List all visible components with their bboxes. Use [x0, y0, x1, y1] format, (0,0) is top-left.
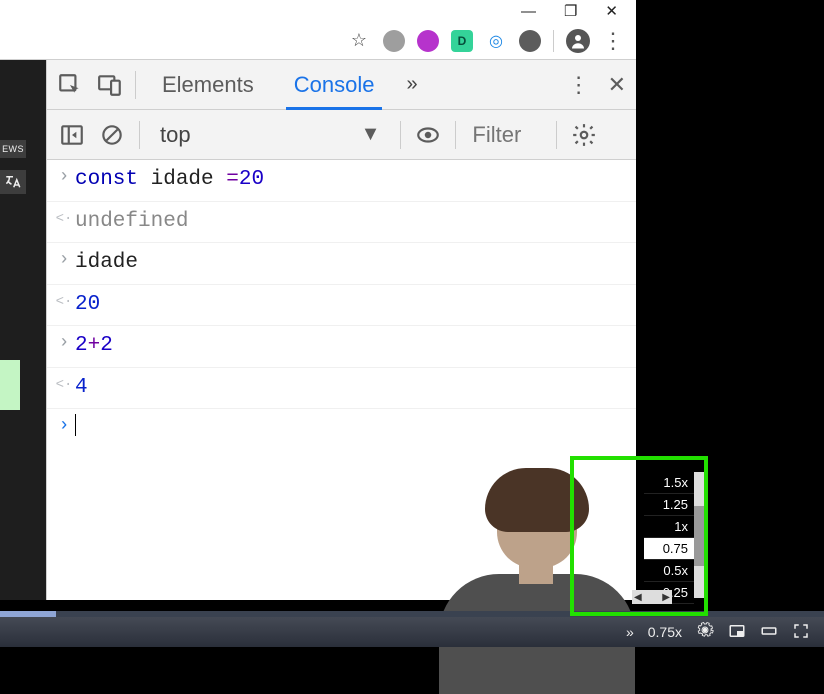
speed-label[interactable]: 0.75x — [648, 624, 682, 640]
context-label: top — [160, 122, 191, 148]
input-marker-icon: › — [53, 164, 75, 192]
profile-avatar[interactable] — [566, 29, 590, 53]
console-row: ›2+2 — [47, 326, 636, 368]
horizontal-scroll[interactable]: ◀ ▶ — [632, 590, 672, 604]
scroll-right-icon[interactable]: ▶ — [662, 592, 670, 603]
console-line: undefined — [75, 206, 626, 239]
window-maximize[interactable]: ❐ — [564, 4, 577, 19]
console-line: 20 — [75, 289, 626, 322]
output-marker-icon: <· — [53, 206, 75, 231]
more-tabs-icon[interactable]: » — [406, 73, 417, 96]
extension-icon-5[interactable] — [519, 30, 541, 52]
separator — [139, 121, 140, 149]
scroll-left-icon[interactable]: ◀ — [634, 592, 642, 603]
player-settings-icon[interactable] — [696, 621, 714, 644]
console-row: <·undefined — [47, 202, 636, 244]
bookmark-star-icon[interactable]: ☆ — [351, 30, 367, 51]
chevron-down-icon: ▼ — [361, 123, 381, 146]
speed-option[interactable]: 1.5x — [644, 472, 694, 494]
expand-icon[interactable]: » — [626, 624, 634, 640]
console-sidebar-toggle-icon[interactable] — [59, 122, 85, 148]
speed-option[interactable]: 0.5x — [644, 560, 694, 582]
inspect-icon[interactable] — [57, 72, 83, 98]
console-toolbar: top ▼ — [47, 110, 636, 160]
address-bar: ☆ D ◎ ⋮ — [0, 22, 636, 60]
separator — [135, 71, 136, 99]
browser-chrome: — ❐ ✕ ☆ D ◎ ⋮ — [0, 0, 636, 60]
console-line — [75, 413, 626, 446]
output-marker-icon: <· — [53, 289, 75, 314]
extension-icon-1[interactable] — [383, 30, 405, 52]
devtools-menu-icon[interactable]: ⋮ — [568, 78, 590, 91]
device-toggle-icon[interactable] — [97, 72, 123, 98]
filter-input[interactable] — [470, 121, 542, 149]
live-expression-icon[interactable] — [415, 122, 441, 148]
scrollbar[interactable] — [694, 472, 704, 598]
context-selector[interactable]: top ▼ — [154, 122, 386, 148]
console-line: 2+2 — [75, 330, 626, 363]
devtools-close-icon[interactable]: ✕ — [608, 72, 626, 98]
separator — [556, 121, 557, 149]
speed-options: 1.5x1.251x0.750.5x0.25 — [644, 472, 694, 604]
text-cursor — [75, 414, 76, 436]
console-line: idade — [75, 247, 626, 280]
console-line: 4 — [75, 372, 626, 405]
extension-icon-3[interactable]: D — [451, 30, 473, 52]
console-row: <·4 — [47, 368, 636, 410]
devtools-tabbar: Elements Console » ⋮ ✕ — [47, 60, 636, 110]
tab-console[interactable]: Console — [280, 60, 389, 109]
chrome-menu-icon[interactable]: ⋮ — [602, 34, 624, 47]
theater-icon[interactable] — [760, 622, 778, 643]
speed-option[interactable]: 1x — [644, 516, 694, 538]
output-marker-icon: <· — [53, 372, 75, 397]
separator — [553, 30, 554, 52]
person-icon — [569, 32, 587, 50]
extension-icon-2[interactable] — [417, 30, 439, 52]
console-row: <·20 — [47, 285, 636, 327]
console-row: ›const idade =20 — [47, 160, 636, 202]
page-badge: EWS — [0, 140, 26, 158]
input-marker-icon: › — [53, 330, 75, 358]
pip-icon[interactable] — [728, 622, 746, 643]
console-row: › — [47, 409, 636, 450]
devtools-panel: Elements Console » ⋮ ✕ top ▼ ›const idad… — [46, 60, 636, 600]
playback-speed-menu: 1.5x1.251x0.750.5x0.25 ◀ ▶ — [570, 456, 708, 616]
speed-option[interactable]: 0.75 — [644, 538, 694, 560]
page-highlight — [0, 360, 20, 410]
speed-option[interactable]: 1.25 — [644, 494, 694, 516]
settings-gear-icon[interactable] — [571, 122, 597, 148]
separator — [400, 121, 401, 149]
window-minimize[interactable]: — — [521, 4, 536, 19]
fullscreen-icon[interactable] — [792, 622, 810, 643]
input-marker-icon: › — [53, 247, 75, 275]
tab-elements[interactable]: Elements — [148, 60, 268, 109]
separator — [455, 121, 456, 149]
extension-icon-4[interactable]: ◎ — [485, 30, 507, 52]
prompt-marker-icon: › — [53, 413, 75, 441]
console-row: ›idade — [47, 243, 636, 285]
clear-console-icon[interactable] — [99, 122, 125, 148]
console-line: const idade =20 — [75, 164, 626, 197]
video-player-bar: » 0.75x — [0, 617, 824, 647]
window-controls: — ❐ ✕ — [0, 0, 636, 22]
window-close[interactable]: ✕ — [605, 4, 618, 19]
translate-icon[interactable] — [0, 170, 26, 194]
